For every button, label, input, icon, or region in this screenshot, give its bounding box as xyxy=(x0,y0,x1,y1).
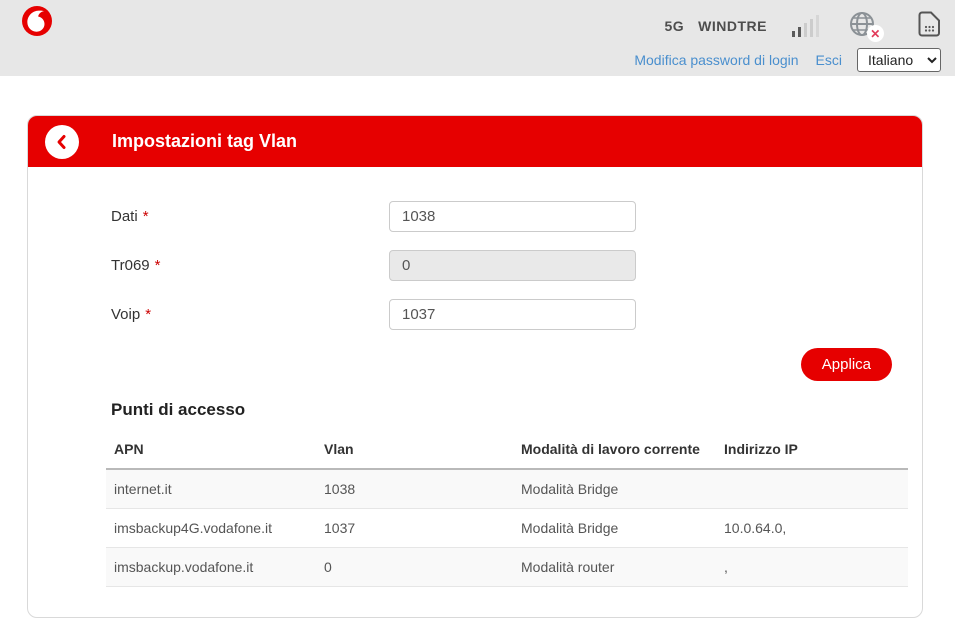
field-row-voip: Voip * xyxy=(111,299,910,330)
card-header: Impostazioni tag Vlan xyxy=(28,116,922,167)
top-bar: 5G WINDTRE ✕ xyxy=(0,0,955,76)
cell-apn: internet.it xyxy=(106,469,316,509)
cell-mode: Modalità Bridge xyxy=(513,469,716,509)
cell-apn: imsbackup4G.vodafone.it xyxy=(106,509,316,548)
language-select[interactable]: Italiano xyxy=(857,48,941,72)
network-tech-label: 5G xyxy=(664,18,684,34)
main-content: Impostazioni tag Vlan Dati * Tr069 * Voip * xyxy=(0,115,955,618)
cell-mode: Modalità Bridge xyxy=(513,509,716,548)
column-header-ip: Indirizzo IP xyxy=(716,433,908,469)
column-header-apn: APN xyxy=(106,433,316,469)
required-asterisk: * xyxy=(143,208,149,225)
actions-row: Applica xyxy=(111,348,910,381)
tr069-input xyxy=(389,250,636,281)
tr069-label-text: Tr069 xyxy=(111,257,150,274)
cell-vlan: 1037 xyxy=(316,509,513,548)
field-row-tr069: Tr069 * xyxy=(111,250,910,281)
dati-label: Dati * xyxy=(111,208,389,225)
vodafone-logo-icon xyxy=(22,6,52,36)
links-row: Modifica password di login Esci Italiano xyxy=(634,48,941,72)
voip-input[interactable] xyxy=(389,299,636,330)
cell-vlan: 0 xyxy=(316,548,513,587)
no-connection-x-icon: ✕ xyxy=(867,25,884,42)
field-row-dati: Dati * xyxy=(111,201,910,232)
sim-card-icon xyxy=(917,11,941,37)
back-button[interactable] xyxy=(45,125,79,159)
card-body: Dati* Tr069* Voip* Applica Punti d xyxy=(28,167,922,617)
signal-bars-icon xyxy=(791,14,819,38)
access-points-heading: Punti di accesso xyxy=(111,400,910,420)
logout-link[interactable]: Esci xyxy=(816,52,842,68)
dati-input[interactable] xyxy=(389,201,636,232)
cell-vlan: 1038 xyxy=(316,469,513,509)
table-row: internet.it 1038 Modalità Bridge xyxy=(106,469,908,509)
change-password-link[interactable]: Modifica password di login xyxy=(634,52,798,68)
tr069-label: Tr069 * xyxy=(111,257,389,274)
column-header-vlan: Vlan xyxy=(316,433,513,469)
cell-mode: Modalità router xyxy=(513,548,716,587)
network-operator-label: WINDTRE xyxy=(698,18,767,34)
required-asterisk: * xyxy=(155,257,161,274)
apply-button[interactable]: Applica xyxy=(801,348,892,381)
globe-no-internet-icon: ✕ xyxy=(847,9,877,39)
table-row: imsbackup.vodafone.it 0 Modalità router … xyxy=(106,548,908,587)
table-header-row: APN Vlan Modalità di lavoro corrente Ind… xyxy=(106,433,908,469)
required-asterisk: * xyxy=(145,306,151,323)
table-row: imsbackup4G.vodafone.it 1037 Modalità Br… xyxy=(106,509,908,548)
cell-apn: imsbackup.vodafone.it xyxy=(106,548,316,587)
access-points-table: APN Vlan Modalità di lavoro corrente Ind… xyxy=(106,433,908,587)
topbar-right: 5G WINDTRE ✕ xyxy=(634,13,941,72)
page-title: Impostazioni tag Vlan xyxy=(112,131,297,152)
cell-ip xyxy=(716,469,908,509)
voip-label: Voip * xyxy=(111,306,389,323)
vlan-settings-card: Impostazioni tag Vlan Dati * Tr069 * Voip * xyxy=(27,115,923,618)
voip-label-text: Voip xyxy=(111,306,140,323)
status-row: 5G WINDTRE ✕ xyxy=(664,13,941,39)
dati-label-text: Dati xyxy=(111,208,138,225)
column-header-mode: Modalità di lavoro corrente xyxy=(513,433,716,469)
cell-ip: 10.0.64.0, xyxy=(716,509,908,548)
cell-ip: , xyxy=(716,548,908,587)
chevron-left-icon xyxy=(54,134,70,150)
